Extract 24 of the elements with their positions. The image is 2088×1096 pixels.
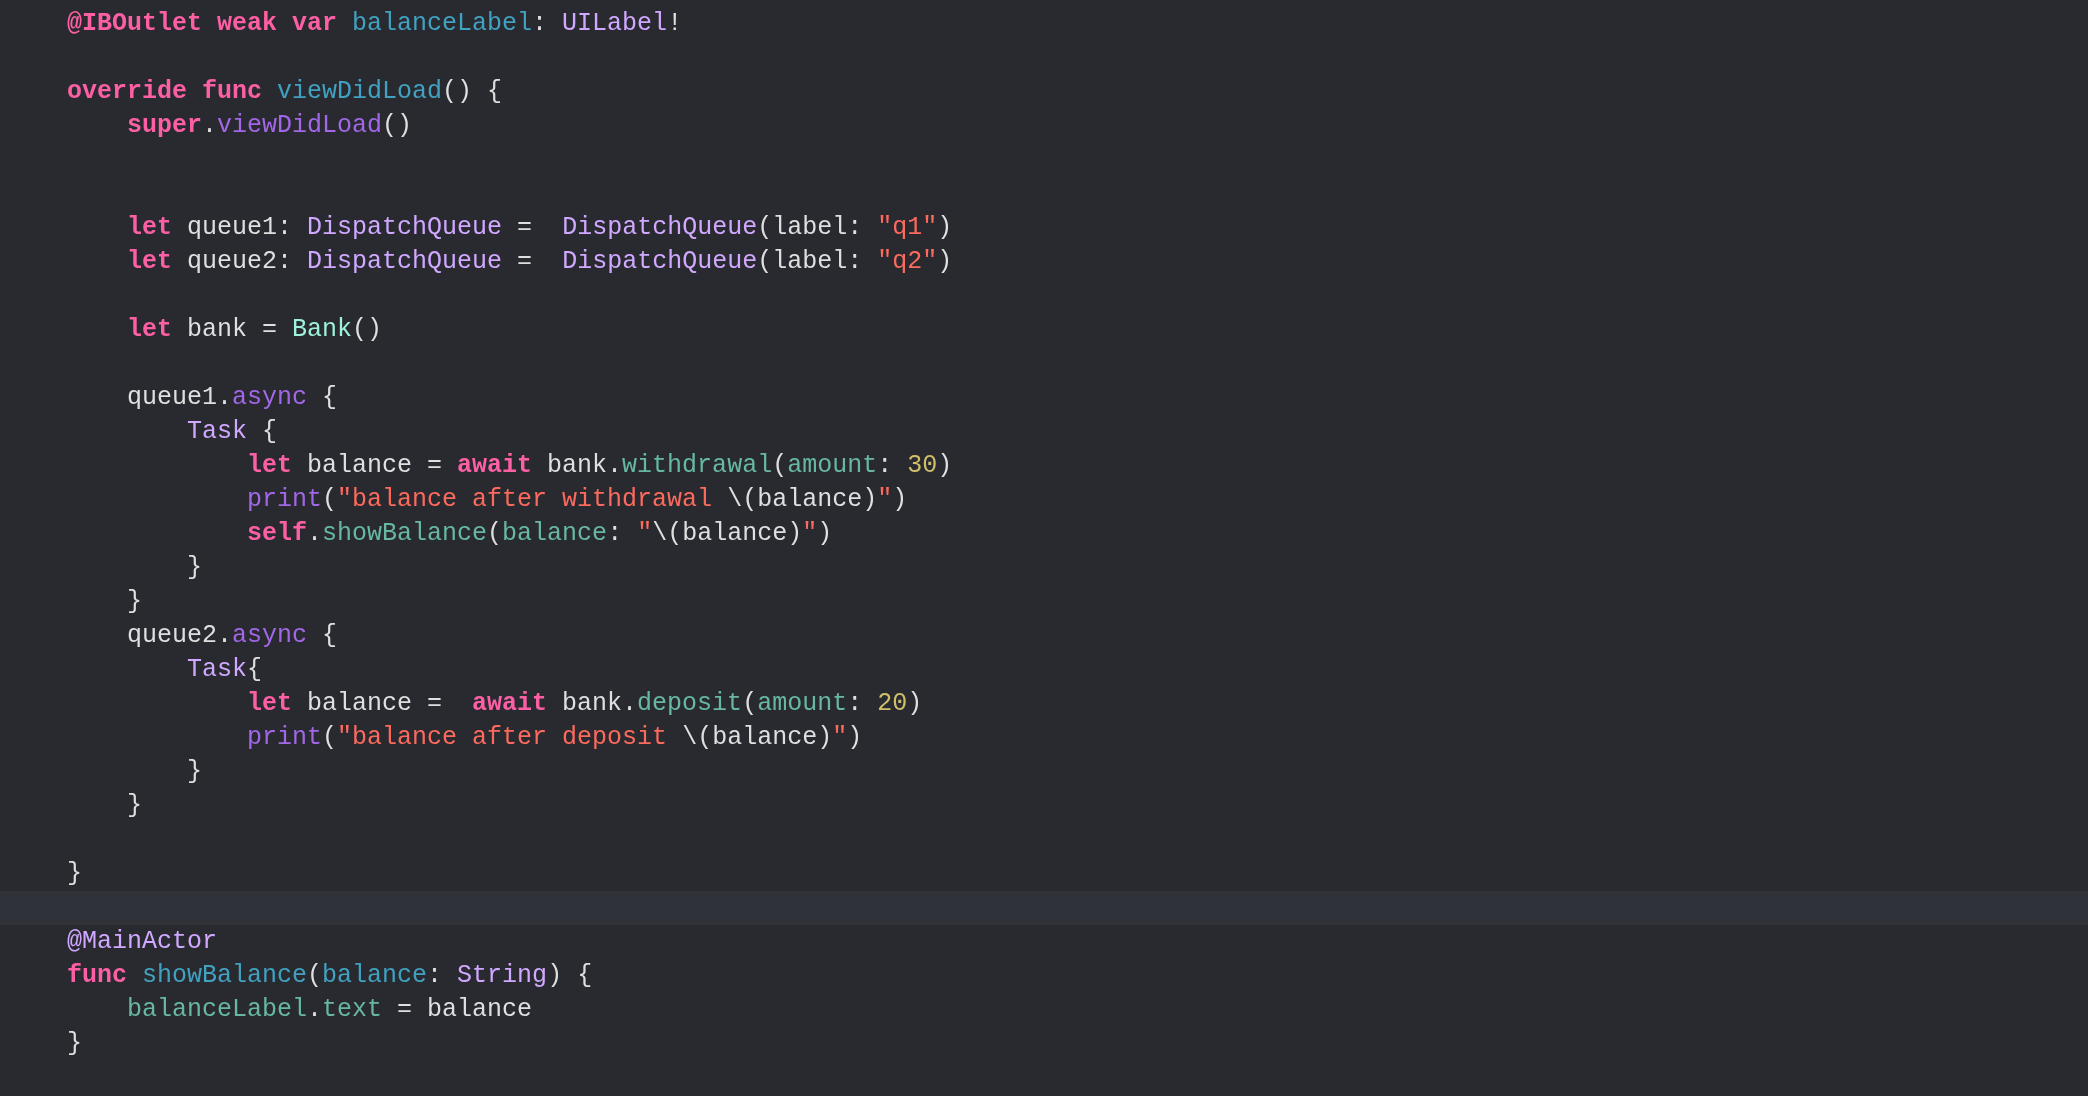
code-line: }: [67, 1028, 82, 1060]
code-line: }: [67, 858, 82, 890]
code-line: func showBalance(balance: String) {: [67, 960, 593, 992]
code-line: balanceLabel.text = balance: [127, 994, 533, 1026]
code-line: let balance = await bank.deposit(amount: 20): [247, 688, 923, 720]
code-line: @MainActor: [67, 926, 218, 958]
code-line: }: [187, 756, 203, 788]
code-line: print("balance after withdrawal \(balance)"): [247, 484, 908, 516]
code-line: print("balance after deposit \(balance)"): [247, 722, 863, 754]
code-line: Task {: [187, 416, 278, 448]
code-line: queue2.async {: [127, 620, 338, 652]
code-line: }: [187, 552, 203, 584]
code-line: override func viewDidLoad() {: [67, 76, 503, 108]
code-line: }: [127, 790, 143, 822]
code-line: Task{: [187, 654, 263, 686]
code-line: }: [127, 586, 143, 618]
code-line: let balance = await bank.withdrawal(amount: 30): [247, 450, 953, 482]
code-line: self.showBalance(balance: "\(balance)"): [247, 518, 833, 550]
code-line: let queue2: DispatchQueue = DispatchQueue(label: "q2"): [127, 246, 953, 278]
code-line: super.viewDidLoad(): [127, 110, 413, 142]
code-line: @IBOutlet weak var balanceLabel: UILabel!: [67, 8, 683, 40]
code-line: let queue1: DispatchQueue = DispatchQueue(label: "q1"): [127, 212, 953, 244]
code-line: queue1.async {: [127, 382, 338, 414]
code-line: let bank = Bank(): [127, 314, 383, 346]
